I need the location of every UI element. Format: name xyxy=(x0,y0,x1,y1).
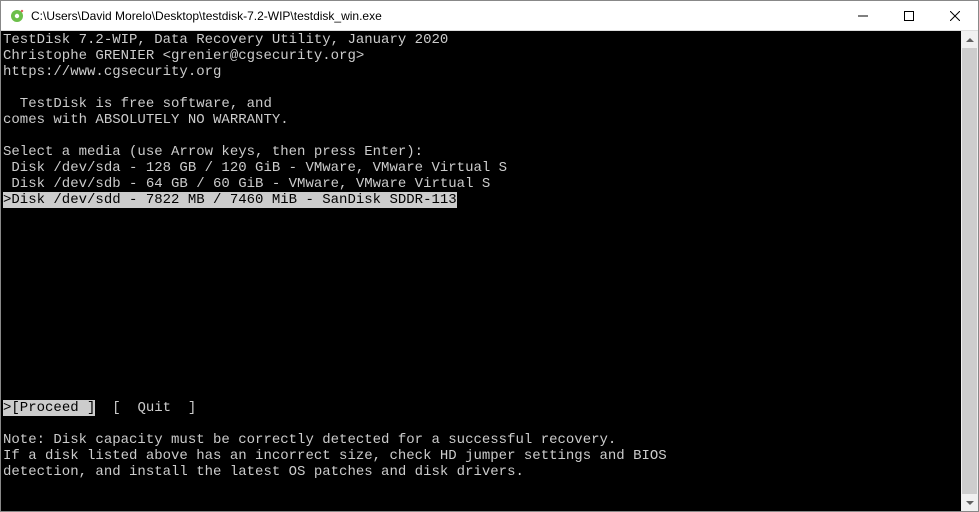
maximize-button[interactable] xyxy=(886,1,932,30)
note-line: detection, and install the latest OS pat… xyxy=(3,464,524,480)
minimize-button[interactable] xyxy=(840,1,886,30)
menu-quit[interactable]: [ Quit ] xyxy=(112,400,196,416)
disk-item[interactable]: Disk /dev/sda - 128 GB / 120 GiB - VMwar… xyxy=(3,160,507,176)
disk-item[interactable]: Disk /dev/sdb - 64 GB / 60 GiB - VMware,… xyxy=(3,176,490,192)
header-line: TestDisk 7.2-WIP, Data Recovery Utility,… xyxy=(3,32,448,48)
close-button[interactable] xyxy=(932,1,978,30)
about-line: TestDisk is free software, and xyxy=(3,96,272,112)
disk-item-selected[interactable]: >Disk /dev/sdd - 7822 MB / 7460 MiB - Sa… xyxy=(3,192,457,208)
menu-gap xyxy=(95,400,112,416)
select-prompt: Select a media (use Arrow keys, then pre… xyxy=(3,144,423,160)
scroll-up-button[interactable] xyxy=(961,31,978,48)
terminal[interactable]: TestDisk 7.2-WIP, Data Recovery Utility,… xyxy=(1,31,961,511)
scroll-thumb[interactable] xyxy=(962,48,977,494)
header-line: Christophe GRENIER <grenier@cgsecurity.o… xyxy=(3,48,364,64)
titlebar: C:\Users\David Morelo\Desktop\testdisk-7… xyxy=(1,1,978,31)
scroll-down-button[interactable] xyxy=(961,494,978,511)
menu-proceed[interactable]: [Proceed ] xyxy=(11,400,95,416)
about-line: comes with ABSOLUTELY NO WARRANTY. xyxy=(3,112,289,128)
app-icon xyxy=(9,8,25,24)
window-buttons xyxy=(840,1,978,30)
header-line: https://www.cgsecurity.org xyxy=(3,64,221,80)
note-line: If a disk listed above has an incorrect … xyxy=(3,448,667,464)
window-title: C:\Users\David Morelo\Desktop\testdisk-7… xyxy=(31,9,840,23)
scrollbar[interactable] xyxy=(961,31,978,511)
note-line: Note: Disk capacity must be correctly de… xyxy=(3,432,616,448)
